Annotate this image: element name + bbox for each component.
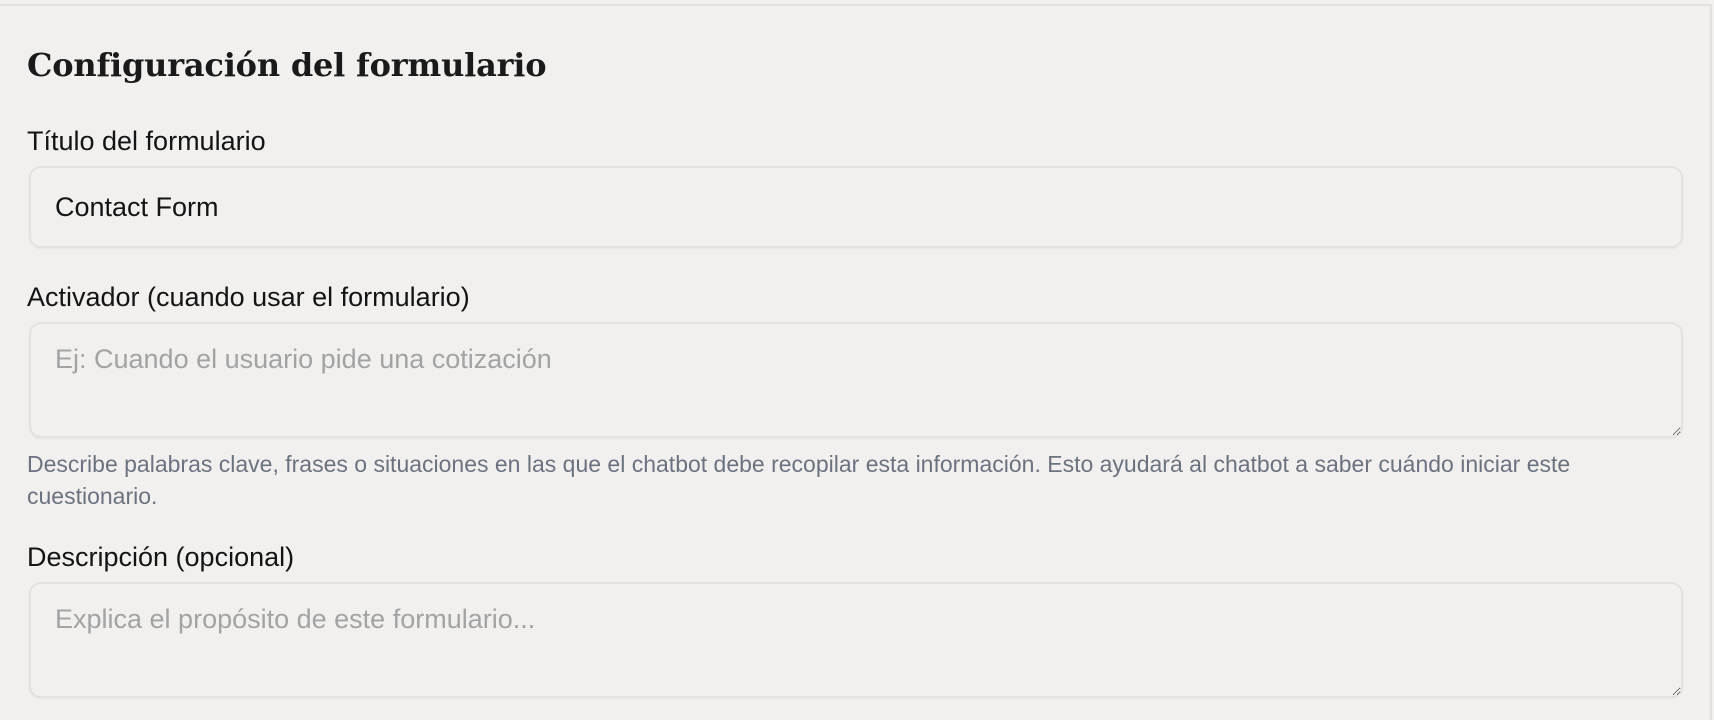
trigger-textarea[interactable] [29,322,1683,438]
form-title-label: Título del formulario [27,126,266,156]
form-settings-card: Configuración del formulario Título del … [0,4,1712,720]
description-label: Descripción (opcional) [27,542,295,572]
description-textarea[interactable] [29,582,1683,698]
section-title: Configuración del formulario [27,46,547,84]
trigger-label: Activador (cuando usar el formulario) [27,282,470,312]
form-title-input[interactable] [29,166,1683,248]
trigger-help-text: Describe palabras clave, frases o situac… [27,451,1571,509]
